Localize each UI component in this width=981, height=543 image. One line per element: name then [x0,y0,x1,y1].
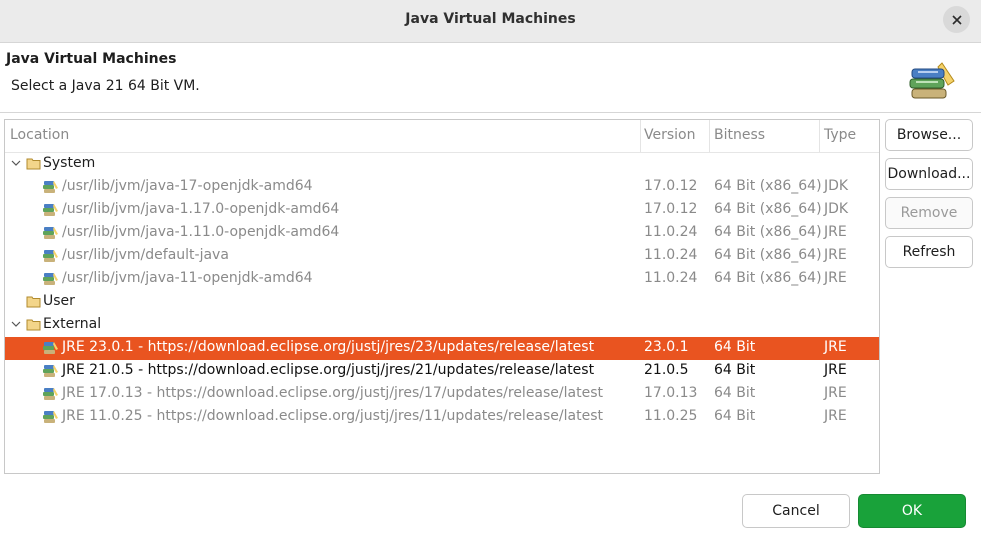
cell-location: /usr/lib/jvm/java-1.17.0-openjdk-amd64 [62,201,340,217]
cell-version: 21.0.5 [644,362,689,378]
cell-version: 17.0.12 [644,178,698,194]
cancel-button[interactable]: Cancel [742,494,850,528]
cell-bitness: 64 Bit [714,408,756,424]
jvm-table[interactable]: Location Version Bitness Type System /us… [4,119,880,474]
header-message: Select a Java 21 64 Bit VM. [11,78,200,94]
jre-icon [43,227,58,239]
close-icon [951,14,962,25]
download-button[interactable]: Download... [885,158,973,190]
cell-bitness: 64 Bit (x86_64) [714,247,822,263]
cell-type: JRE [824,247,847,263]
cell-type: JDK [824,178,849,194]
books-icon [909,62,955,99]
chevron-down-icon[interactable] [11,159,21,167]
cell-location: /usr/lib/jvm/java-1.11.0-openjdk-amd64 [62,224,340,240]
tree-group-external[interactable]: External [5,314,879,337]
cell-location: JRE 23.0.1 - https://download.eclipse.or… [62,339,595,355]
folder-icon [26,158,41,170]
group-label-external: External [43,316,102,332]
column-header-version[interactable]: Version [644,127,695,143]
table-row[interactable]: JRE 21.0.5 - https://download.eclipse.or… [5,360,879,383]
jre-icon [43,204,58,216]
tree-group-system[interactable]: System [5,153,879,176]
column-header-type[interactable]: Type [824,127,856,143]
header-title: Java Virtual Machines [6,51,177,67]
cell-version: 17.0.12 [644,201,698,217]
column-header-location[interactable]: Location [10,127,69,143]
chevron-down-icon[interactable] [11,320,21,328]
jre-icon [43,365,58,377]
jre-icon [43,411,58,423]
jre-icon [43,342,58,354]
table-row[interactable]: JRE 11.0.25 - https://download.eclipse.o… [5,406,879,429]
table-row[interactable]: JRE 17.0.13 - https://download.eclipse.o… [5,383,879,406]
cell-type: JRE [824,224,847,240]
cell-type: JRE [824,270,847,286]
cell-type: JDK [824,201,849,217]
cell-location: /usr/lib/jvm/default-java [62,247,229,263]
cell-location: /usr/lib/jvm/java-11-openjdk-amd64 [62,270,313,286]
window-title: Java Virtual Machines [405,11,576,27]
refresh-button[interactable]: Refresh [885,236,973,268]
cell-version: 11.0.24 [644,224,698,240]
jre-icon [43,250,58,262]
folder-icon [26,319,41,331]
cell-location: /usr/lib/jvm/java-17-openjdk-amd64 [62,178,313,194]
cell-bitness: 64 Bit [714,362,756,378]
cell-type: JRE [824,362,847,378]
cell-bitness: 64 Bit (x86_64) [714,201,822,217]
table-row[interactable]: /usr/lib/jvm/java-1.11.0-openjdk-amd64 1… [5,222,879,245]
table-row-selected[interactable]: JRE 23.0.1 - https://download.eclipse.or… [5,337,879,360]
cell-location: JRE 17.0.13 - https://download.eclipse.o… [62,385,603,401]
cell-bitness: 64 Bit (x86_64) [714,224,822,240]
tree-group-user[interactable]: User [5,291,879,314]
remove-button[interactable]: Remove [885,197,973,229]
cell-type: JRE [824,408,847,424]
cell-bitness: 64 Bit [714,385,756,401]
group-label-system: System [43,155,96,171]
title-bar: Java Virtual Machines [0,0,981,43]
cell-bitness: 64 Bit [714,339,756,355]
group-label-user: User [43,293,75,309]
table-header: Location Version Bitness Type [5,120,879,153]
browse-button[interactable]: Browse... [885,119,973,151]
cell-bitness: 64 Bit (x86_64) [714,178,822,194]
folder-icon [26,296,41,308]
table-row[interactable]: /usr/lib/jvm/java-1.17.0-openjdk-amd64 1… [5,199,879,222]
ok-button[interactable]: OK [858,494,966,528]
cell-location: JRE 21.0.5 - https://download.eclipse.or… [62,362,595,378]
cell-bitness: 64 Bit (x86_64) [714,270,822,286]
jre-icon [43,181,58,193]
table-row[interactable]: /usr/lib/jvm/java-17-openjdk-amd64 17.0.… [5,176,879,199]
cell-location: JRE 11.0.25 - https://download.eclipse.o… [62,408,603,424]
cell-version: 11.0.24 [644,270,698,286]
cell-type: JRE [824,385,847,401]
dialog-header: Java Virtual Machines Select a Java 21 6… [0,43,981,113]
jre-icon [43,388,58,400]
cell-version: 23.0.1 [644,339,689,355]
column-header-bitness[interactable]: Bitness [714,127,765,143]
cell-version: 17.0.13 [644,385,698,401]
cell-type: JRE [824,339,847,355]
cell-version: 11.0.25 [644,408,698,424]
cell-version: 11.0.24 [644,247,698,263]
close-button[interactable] [943,6,970,33]
jre-icon [43,273,58,285]
table-row[interactable]: /usr/lib/jvm/java-11-openjdk-amd64 11.0.… [5,268,879,291]
table-row[interactable]: /usr/lib/jvm/default-java 11.0.24 64 Bit… [5,245,879,268]
